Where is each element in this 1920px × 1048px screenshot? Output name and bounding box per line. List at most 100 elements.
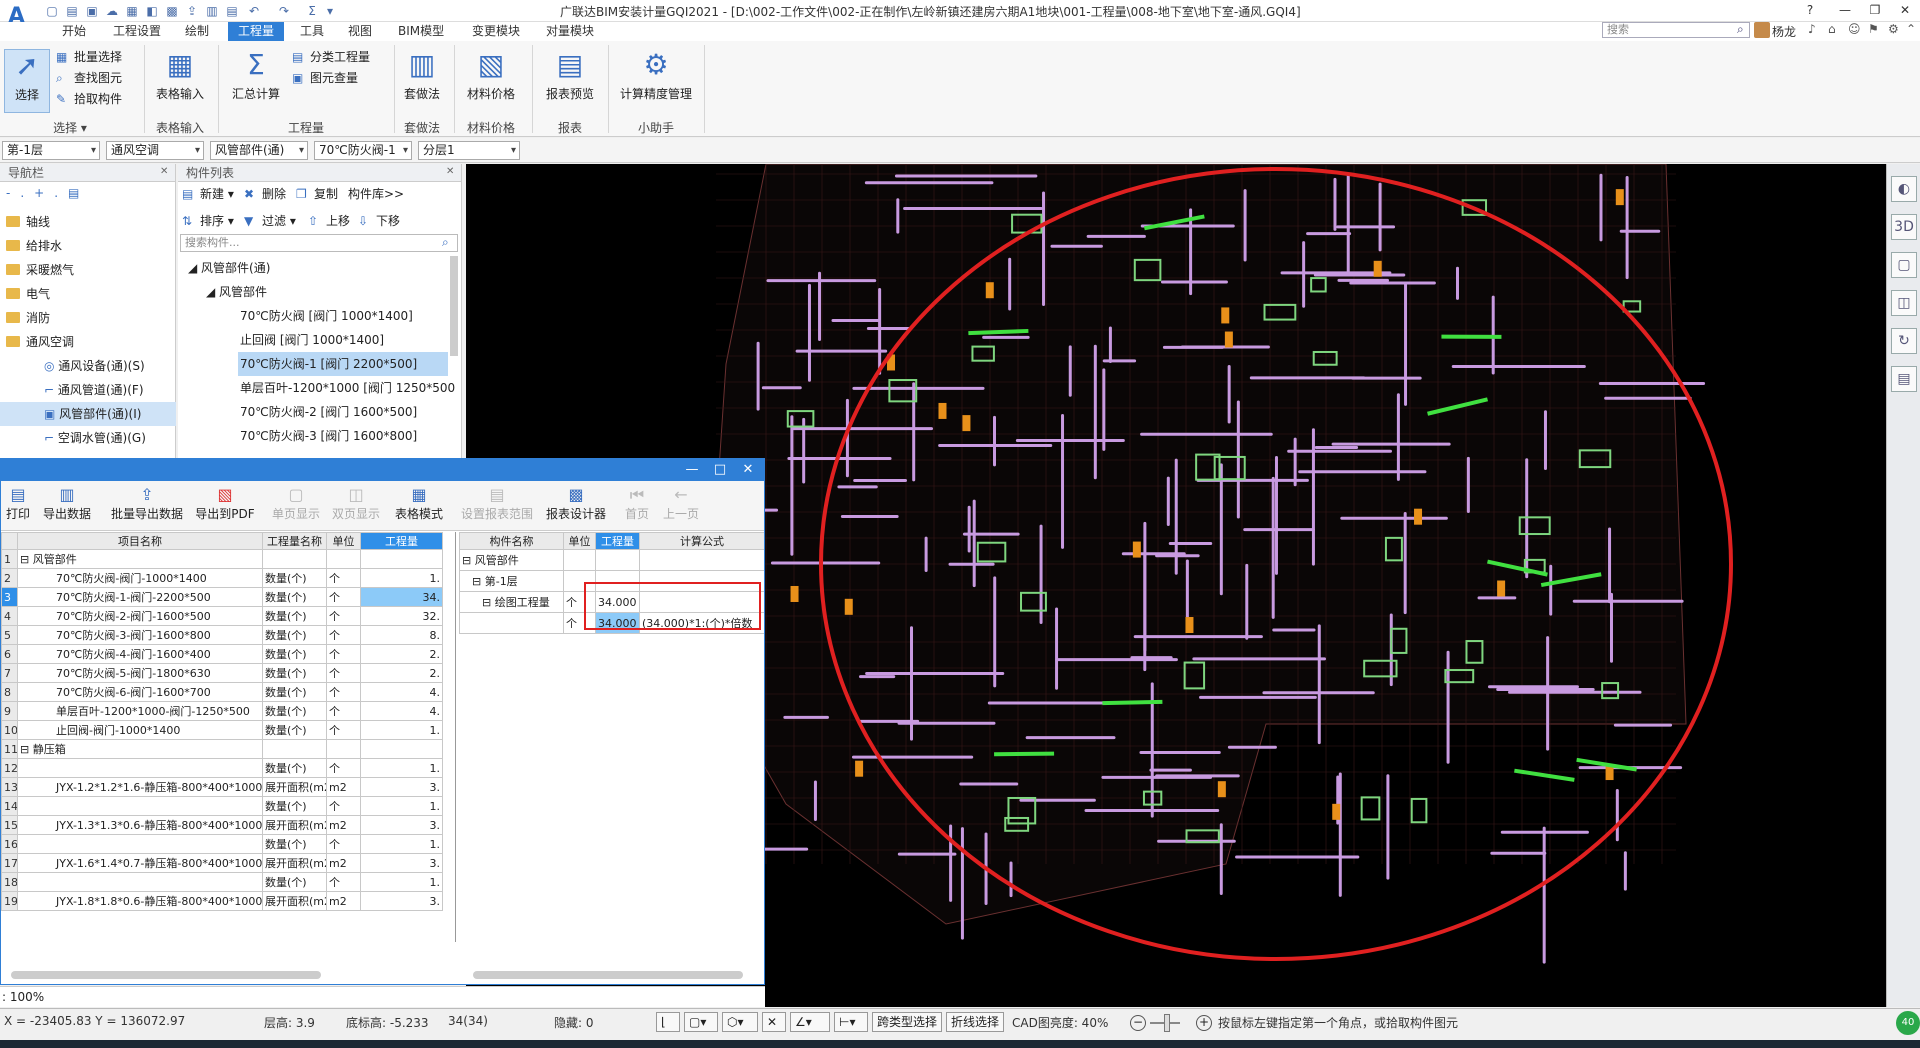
menu-quantity[interactable]: 工程量 — [228, 22, 285, 41]
component-item[interactable]: 止回阀 [阀门 1000*1400] — [178, 328, 448, 352]
duct-fitting[interactable] — [1132, 541, 1141, 558]
table-row[interactable]: 8 70℃防火阀-6-阀门-1600*700 数量(个) 个 4. — [1, 682, 443, 702]
duct-fitting[interactable] — [855, 760, 864, 777]
nav-item-vent-duct[interactable]: ⌐ 通风管道(通)(F) — [0, 378, 176, 402]
class-quantity-button[interactable]: ▤ 分类工程量 — [292, 47, 370, 67]
column-header[interactable]: 项目名称 — [17, 532, 263, 550]
search-input[interactable]: 搜索 — [1602, 22, 1750, 38]
view-mode-dropdown[interactable]: ⬡▾ — [722, 1012, 758, 1032]
hvac-equipment[interactable] — [1360, 796, 1381, 821]
move-down-button[interactable]: ⇩ 下移 — [358, 211, 400, 231]
component-item[interactable]: 70℃防火阀-3 [阀门 1600*800] — [178, 424, 448, 448]
nav-item-vent-equipment[interactable]: ◎ 通风设备(通)(S) — [0, 354, 176, 378]
nav-item-heating[interactable]: 采暖燃气 — [0, 258, 176, 282]
delete-button[interactable]: ✖ 删除 — [244, 184, 286, 204]
material-price-button[interactable]: ▧ 材料价格 — [462, 49, 520, 102]
component-item-selected[interactable]: 70℃防火阀-1 [阀门 2200*500] — [238, 352, 448, 376]
tree-root[interactable]: ◢ 风管部件(通) — [178, 256, 448, 280]
refresh-icon[interactable]: ↻ — [1891, 328, 1917, 354]
select-button[interactable]: ➚ 选择 — [4, 49, 50, 113]
report-designer-button[interactable]: ▩ 报表设计器 — [541, 485, 611, 522]
table-row[interactable]: 13 JYX-1.2*1.2*1.6-静压箱-800*400*1000 展开面积(m… — [1, 777, 443, 797]
table-row[interactable]: 18 数量(个) 个 1. — [1, 872, 443, 892]
maximize-button[interactable]: □ — [709, 461, 731, 479]
duct-fitting[interactable] — [1185, 617, 1194, 634]
minimize-button[interactable]: — — [681, 461, 703, 479]
duct-fitting[interactable] — [1224, 331, 1233, 348]
bell-icon[interactable]: ♪ — [1808, 22, 1816, 36]
table-row[interactable]: 11 ⊟ 静压箱 — [1, 739, 443, 759]
close-icon[interactable]: ✕ — [446, 166, 454, 177]
open-file-icon[interactable]: ▤ — [64, 3, 80, 19]
copy-button[interactable]: ❐ 复制 — [296, 184, 338, 204]
ortho-toggle[interactable]: ⌊ — [656, 1012, 680, 1032]
system-select[interactable]: 通风空调 — [106, 141, 204, 160]
menu-tools[interactable]: 工具 — [300, 22, 324, 41]
component-item[interactable]: 70℃防火阀 [阀门 1000*1400] — [178, 304, 448, 328]
menu-start[interactable]: 开始 — [62, 22, 86, 41]
main-duct[interactable] — [1102, 699, 1163, 706]
column-header[interactable]: 工程量 — [360, 532, 443, 550]
quick-access-dropdown-icon[interactable]: ▾ — [322, 3, 338, 19]
print-button[interactable]: ▤ 打印 — [3, 485, 33, 522]
close-icon[interactable]: ✕ — [160, 166, 168, 177]
layer-icon[interactable]: ◧ — [144, 3, 160, 19]
component-item[interactable]: 单层百叶-1200*1000 [阀门 1250*500 — [178, 376, 455, 400]
scrollbar[interactable] — [450, 256, 458, 356]
table-row[interactable]: 2 70℃防火阀-阀门-1000*1400 数量(个) 个 1. — [1, 568, 443, 588]
assistant-badge[interactable]: 40 — [1896, 1011, 1920, 1035]
polyline-select-button[interactable]: 折线选择 — [946, 1012, 1005, 1032]
shirt-icon[interactable]: ⚑ — [1868, 22, 1879, 36]
table-row[interactable]: 9 单层百叶-1200*1000-阀门-1250*500 数量(个) 个 4. — [1, 701, 443, 721]
report-icon[interactable]: ▦ — [124, 3, 140, 19]
search-icon[interactable]: ⌕ — [1737, 22, 1744, 37]
new-button[interactable]: ▤ 新建 ▾ — [182, 184, 234, 204]
angle-dropdown[interactable]: ∠▾ — [790, 1012, 830, 1032]
batch-select-button[interactable]: ▦ 批量选择 — [56, 47, 122, 67]
nav-item-axis[interactable]: 轴线 — [0, 210, 176, 234]
layer-select[interactable]: 分层1 — [418, 141, 520, 160]
table-mode-button[interactable]: ▦ 表格模式 — [389, 485, 449, 522]
filter-button[interactable]: ▼ 过滤 ▾ — [244, 211, 296, 231]
column-header[interactable]: 构件名称 — [459, 532, 564, 550]
close-button[interactable]: ✕ — [737, 461, 759, 479]
menu-compare-module[interactable]: 对量模块 — [546, 22, 594, 41]
export-data-button[interactable]: ▥ 导出数据 — [39, 485, 95, 522]
menu-draw[interactable]: 绘制 — [185, 22, 209, 41]
column-header[interactable]: 工程量 — [595, 532, 640, 550]
select-mode-dropdown[interactable]: ▢▾ — [684, 1012, 718, 1032]
nav-item-plumbing[interactable]: 给排水 — [0, 234, 176, 258]
column-header[interactable]: 单位 — [326, 532, 361, 550]
new-file-icon[interactable]: ▢ — [44, 3, 60, 19]
table-row[interactable]: 7 70℃防火阀-5-阀门-1800*630 数量(个) 个 2. — [1, 663, 443, 683]
nav-item-hvac[interactable]: 通风空调 — [0, 330, 176, 354]
main-duct[interactable] — [968, 328, 1029, 336]
duct-fitting[interactable] — [1414, 508, 1423, 525]
nav-item-duct-parts[interactable]: ▣ 风管部件(通)(I) — [0, 402, 176, 426]
single-page-button[interactable]: ▢ 单页显示 — [269, 485, 323, 522]
precision-manage-button[interactable]: ⚙ 计算精度管理 — [612, 49, 700, 102]
sum-icon[interactable]: Σ — [304, 3, 320, 19]
table-row[interactable]: 15 JYX-1.3*1.3*0.6-静压箱-800*400*1000 展开面积(m… — [1, 815, 443, 835]
duct-fitting[interactable] — [1221, 307, 1230, 324]
view-rotate-icon[interactable]: ◐ — [1891, 176, 1917, 202]
table-icon[interactable]: ▥ — [204, 3, 220, 19]
table-row[interactable]: 4 70℃防火阀-2-阀门-1600*500 数量(个) 个 32. — [1, 606, 443, 626]
menu-change-module[interactable]: 变更模块 — [472, 22, 520, 41]
collapse-icon[interactable]: ⊟ — [20, 553, 33, 566]
scrollbar[interactable] — [11, 971, 321, 979]
duct-fitting[interactable] — [1332, 803, 1341, 820]
first-page-button[interactable]: ⏮ 首页 — [621, 485, 653, 522]
avatar[interactable] — [1754, 22, 1770, 38]
chart-icon[interactable]: ▤ — [224, 3, 240, 19]
component-select[interactable]: 70℃防火阀-1 — [314, 141, 412, 160]
restore-button[interactable]: ❐ — [1860, 0, 1890, 20]
table-row[interactable]: ⊟ 风管部件 — [459, 549, 764, 571]
menu-project-settings[interactable]: 工程设置 — [113, 22, 161, 41]
export-icon[interactable]: ⇪ — [184, 3, 200, 19]
zoom-level[interactable]: 100% — [10, 990, 44, 1004]
collapse-icon[interactable]: ⊟ — [20, 743, 33, 756]
brightness-slider-thumb[interactable] — [1164, 1014, 1170, 1032]
export-pdf-button[interactable]: ▧ 导出到PDF — [193, 485, 257, 522]
view-iso-icon[interactable]: ◫ — [1891, 290, 1917, 316]
